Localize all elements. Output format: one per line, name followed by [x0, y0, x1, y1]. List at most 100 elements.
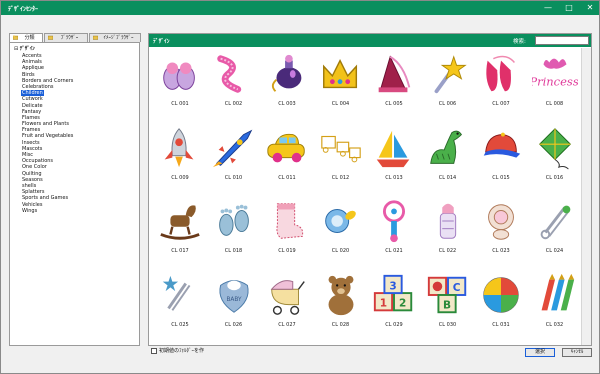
design-thumbnail[interactable]: CL 012 — [314, 124, 368, 194]
baseball-cap-icon — [483, 132, 521, 158]
tab-browser-label: ﾌﾞﾗｳｻﾞｰ — [60, 35, 79, 41]
svg-text:B: B — [443, 299, 451, 311]
search-label: 検索: — [513, 39, 526, 45]
tree-item[interactable]: Fruit and Vegetables — [21, 133, 74, 139]
design-thumbnail[interactable]: CL 003 — [260, 50, 314, 120]
svg-text:Princess: Princess — [532, 75, 578, 89]
tab-browser[interactable]: ﾌﾞﾗｳｻﾞｰ — [44, 33, 88, 42]
design-thumbnail[interactable]: CL 010 — [207, 124, 261, 194]
baby-bib-icon: BABY — [218, 279, 249, 313]
svg-text:3: 3 — [389, 280, 396, 292]
feather-boa-icon — [216, 55, 241, 93]
search-input[interactable] — [535, 36, 589, 45]
design-code: CL 008 — [545, 101, 564, 107]
tree-item[interactable]: Sports and Games — [21, 195, 74, 201]
design-code: CL 023 — [492, 248, 510, 254]
design-thumbnail[interactable]: CL 002 — [207, 50, 261, 120]
window-title: ﾃﾞｻﾞｲﾝｾﾝﾀｰ — [8, 6, 39, 13]
tree-item-label: Accents — [22, 53, 42, 59]
design-thumbnail[interactable]: CL 009 — [153, 124, 207, 194]
svg-text:C: C — [452, 282, 460, 294]
design-thumbnail[interactable]: CL 020 — [314, 197, 368, 267]
close-button[interactable]: ✕ — [583, 2, 597, 14]
category-list: Accents Animals Applique Birds Borders and C… — [21, 53, 74, 214]
tab-image-browser-label: ｲﾒｰｼﾞﾌﾞﾗｳｻﾞｰ — [103, 35, 134, 41]
tree-item-label: Animals — [22, 59, 42, 66]
design-thumbnail[interactable]: CL 006 — [421, 50, 475, 120]
design-thumbnail[interactable]: CL 005 — [367, 50, 421, 120]
design-thumbnail[interactable]: BABY CL 026 — [207, 271, 261, 341]
design-thumbnail[interactable]: CL 011 — [260, 124, 314, 194]
perfume-bottle-icon — [271, 54, 302, 92]
default-folder-checkbox-label: 初期値のﾌｫﾙﾀﾞｰを作 — [159, 348, 205, 354]
select-button[interactable]: 選択 — [525, 348, 555, 357]
design-thumbnail[interactable]: CL 028 — [314, 271, 368, 341]
tab-image-browser[interactable]: ｲﾒｰｼﾞﾌﾞﾗｳｻﾞｰ — [89, 33, 141, 42]
design-code: CL 011 — [278, 174, 296, 181]
panel-title: ﾃﾞｻﾞｲﾝ — [153, 39, 170, 45]
design-code: CL 007 — [492, 101, 510, 107]
design-code: CL 018 — [224, 248, 243, 254]
category-tree[interactable]: ⊟ ﾃﾞｻﾞｲﾝ Accents Animals Applique Birds Bord… — [9, 42, 140, 346]
design-thumbnail[interactable]: 1 2 3 CL 029 — [367, 271, 421, 341]
design-code: CL 017 — [171, 248, 189, 254]
design-code: CL 006 — [438, 101, 457, 107]
title-bar: ﾃﾞｻﾞｲﾝｾﾝﾀｰ — □ ✕ — [1, 1, 599, 15]
tree-item-label: Splatters — [22, 189, 45, 196]
baby-sock-icon — [276, 203, 304, 239]
tree-item-label: Birds — [22, 71, 35, 78]
tree-item-label: Misc — [22, 152, 34, 158]
design-thumbnail[interactable]: C B CL 030 — [421, 271, 475, 341]
tree-root[interactable]: ⊟ ﾃﾞｻﾞｲﾝ — [14, 45, 35, 52]
design-thumbnail[interactable]: CL 019 — [260, 197, 314, 267]
tree-item-label: Vehicles — [22, 201, 43, 208]
design-thumbnail[interactable]: CL 014 — [421, 124, 475, 194]
design-code: CL 024 — [545, 248, 564, 254]
design-grid: CL 001 CL 002 CL 003 CL 004 CL 005 CL 006 CL 0… — [149, 50, 579, 346]
tree-item-label: Children — [21, 90, 44, 97]
design-thumbnail[interactable]: CL 004 — [314, 50, 368, 120]
design-code: CL 029 — [385, 321, 403, 328]
minimize-button[interactable]: — — [541, 2, 555, 14]
train-outline-icon — [320, 135, 361, 162]
default-folder-checkbox[interactable] — [151, 348, 157, 354]
design-code: CL 026 — [224, 321, 243, 328]
maximize-button[interactable]: □ — [562, 2, 576, 14]
design-thumbnail[interactable]: CL 015 — [474, 124, 528, 194]
tree-item[interactable]: Wings — [21, 208, 74, 214]
design-thumbnail[interactable]: CL 025 — [153, 271, 207, 341]
design-thumbnail[interactable]: CL 016 — [528, 124, 582, 194]
design-code: CL 010 — [224, 174, 243, 181]
design-code: CL 025 — [171, 321, 189, 328]
tree-item-label: One Color — [22, 164, 47, 171]
design-thumbnail[interactable]: CL 031 — [474, 271, 528, 341]
design-code: CL 014 — [438, 174, 457, 181]
design-thumbnail[interactable]: CL 013 — [367, 124, 421, 194]
pacifier-icon — [324, 209, 356, 233]
vertical-scrollbar[interactable] — [581, 48, 591, 345]
tree-item-label: Frames — [22, 127, 41, 134]
footprints-icon — [218, 204, 249, 236]
design-code: CL 028 — [331, 321, 350, 328]
tree-item-label: Wings — [22, 207, 38, 214]
design-thumbnail[interactable]: CL 001 — [153, 50, 207, 120]
design-thumbnail[interactable]: CL 032 — [528, 271, 582, 341]
design-thumbnail[interactable]: CL 024 — [528, 197, 582, 267]
design-thumbnail[interactable]: CL 027 — [260, 271, 314, 341]
crown-icon — [322, 58, 357, 89]
blocks-123-icon: 1 23 — [373, 274, 413, 311]
design-thumbnail[interactable]: CL 023 — [474, 197, 528, 267]
tree-item-label: Flowers and Plants — [22, 121, 69, 128]
design-thumbnail[interactable]: CL 021 — [367, 197, 421, 267]
panel-header: ﾃﾞｻﾞｲﾝ 検索: — [149, 34, 591, 47]
design-thumbnail[interactable]: CL 018 — [207, 197, 261, 267]
design-thumbnail[interactable]: Princess CL 008 — [528, 50, 582, 120]
princess-text-icon: Princess — [532, 58, 578, 89]
rocking-horse-icon — [160, 205, 200, 240]
design-thumbnail[interactable]: CL 007 — [474, 50, 528, 120]
tree-item-label: Insects — [22, 139, 40, 146]
design-thumbnail[interactable]: CL 022 — [421, 197, 475, 267]
cancel-button[interactable]: ｷｬﾝｾﾙ — [562, 348, 592, 357]
ballet-shoes-icon — [486, 55, 515, 92]
design-thumbnail[interactable]: CL 017 — [153, 197, 207, 267]
